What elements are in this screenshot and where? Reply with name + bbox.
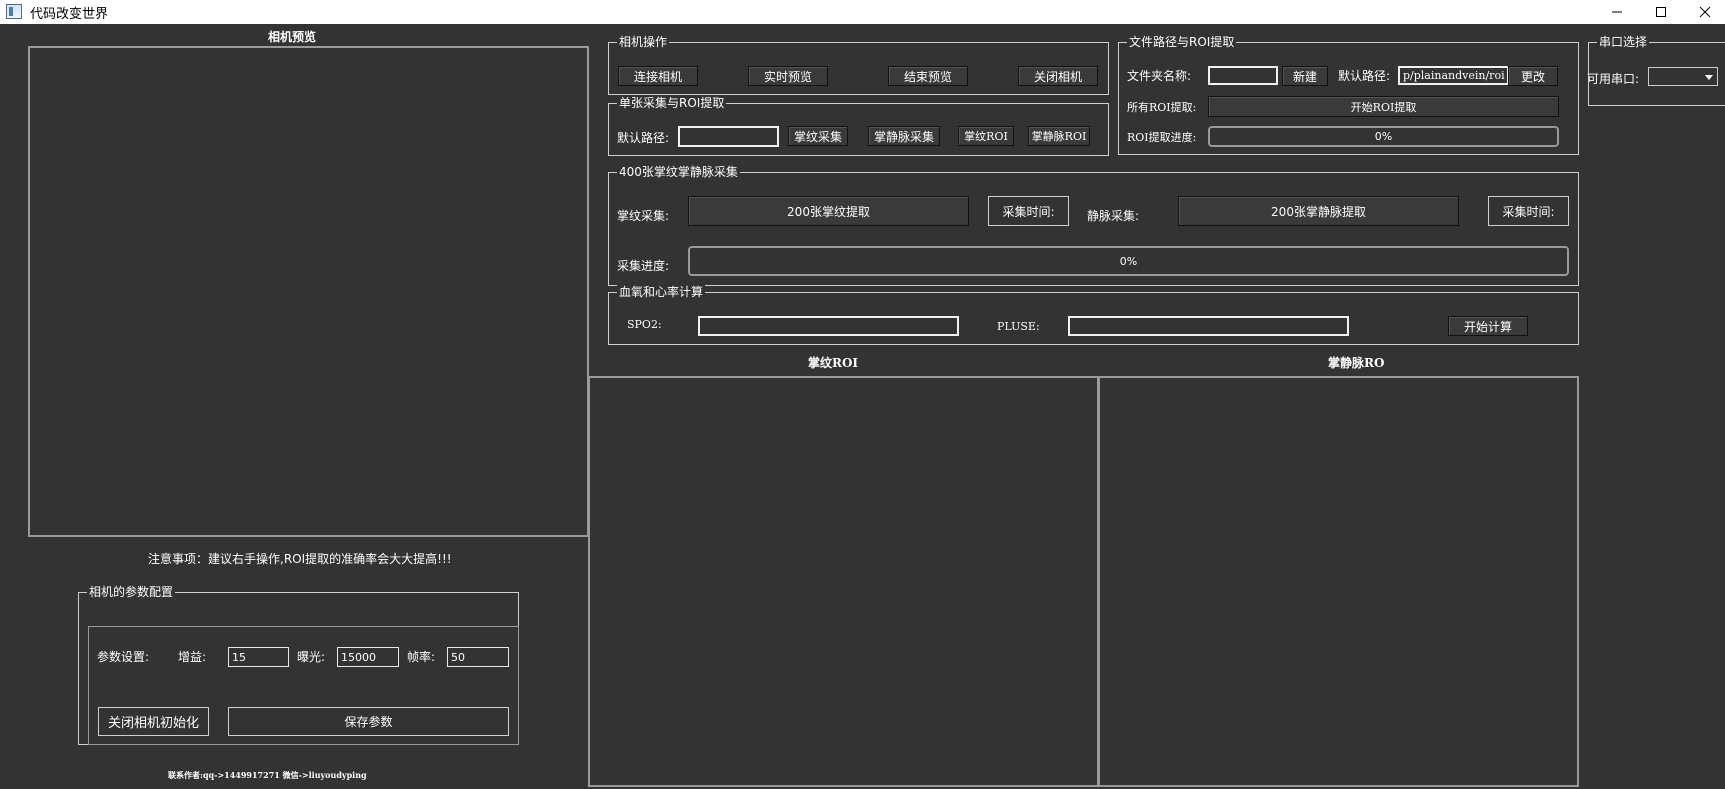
params-label: 参数设置: bbox=[97, 650, 150, 664]
exposure-input[interactable]: 15000 bbox=[337, 647, 399, 667]
minimize-button[interactable] bbox=[1599, 0, 1635, 24]
pulse-input[interactable] bbox=[1068, 316, 1349, 336]
default-path-input[interactable]: p/plainandvein/roi bbox=[1398, 66, 1509, 85]
close-window-button[interactable] bbox=[1687, 0, 1723, 24]
capture-time-1: 采集时间: bbox=[988, 196, 1069, 226]
change-path-button[interactable]: 更改 bbox=[1508, 66, 1558, 86]
maximize-icon bbox=[1656, 7, 1666, 17]
vein-batch-label: 静脉采集: bbox=[1087, 209, 1140, 223]
framerate-input[interactable]: 50 bbox=[447, 647, 509, 667]
chevron-down-icon bbox=[1705, 75, 1713, 80]
app-icon bbox=[6, 4, 22, 19]
window-title: 代码改变世界 bbox=[30, 7, 109, 22]
title-bar: 代码改变世界 bbox=[0, 0, 1725, 24]
contact-text: 联系作者:qq->1449917271 微信->liuyoudyping bbox=[168, 770, 367, 780]
start-calc-button[interactable]: 开始计算 bbox=[1448, 316, 1528, 336]
default-path-label: 默认路径: bbox=[1338, 69, 1391, 83]
save-params-button[interactable]: 保存参数 bbox=[228, 707, 509, 736]
palmvein-capture-button[interactable]: 掌静脉采集 bbox=[868, 126, 940, 146]
spo2-label: SPO2: bbox=[627, 318, 662, 331]
connect-camera-button[interactable]: 连接相机 bbox=[618, 66, 698, 86]
batch-progress-text: 0% bbox=[1119, 254, 1138, 268]
batch-progress-label: 采集进度: bbox=[617, 259, 670, 273]
close-camera-button[interactable]: 关闭相机 bbox=[1018, 66, 1098, 86]
live-preview-button[interactable]: 实时预览 bbox=[748, 66, 828, 86]
single-path-input[interactable] bbox=[678, 126, 779, 147]
start-roi-button[interactable]: 开始ROI提取 bbox=[1208, 96, 1559, 117]
palmprint-batch-button[interactable]: 200张掌纹提取 bbox=[688, 196, 969, 226]
palmvein-roi-panel bbox=[1098, 376, 1579, 787]
single-capture-title: 单张采集与ROI提取 bbox=[617, 95, 727, 111]
spo2-title: 血氧和心率计算 bbox=[617, 284, 706, 300]
close-init-button[interactable]: 关闭相机初始化 bbox=[98, 707, 209, 736]
new-folder-button[interactable]: 新建 bbox=[1282, 66, 1328, 86]
notice-text: 注意事项：建议右手操作,ROI提取的准确率会大大提高!!! bbox=[148, 552, 452, 566]
gain-input[interactable]: 15 bbox=[228, 647, 289, 667]
batch-progress-bar: 0% bbox=[688, 246, 1569, 276]
gain-label: 增益: bbox=[178, 650, 207, 664]
exposure-label: 曝光: bbox=[297, 650, 326, 664]
palmprint-roi-panel bbox=[588, 376, 1099, 787]
capture-time-2: 采集时间: bbox=[1488, 196, 1569, 226]
spo2-input[interactable] bbox=[698, 316, 959, 336]
pulse-label: PLUSE: bbox=[997, 320, 1040, 333]
framerate-label: 帧率: bbox=[407, 650, 436, 664]
serial-title: 串口选择 bbox=[1597, 34, 1650, 50]
palmprint-capture-button[interactable]: 掌纹采集 bbox=[788, 126, 848, 146]
folder-name-label: 文件夹名称: bbox=[1127, 69, 1192, 83]
file-roi-title: 文件路径与ROI提取 bbox=[1127, 34, 1237, 50]
vein-batch-button[interactable]: 200张掌静脉提取 bbox=[1178, 196, 1459, 226]
end-preview-button[interactable]: 结束预览 bbox=[888, 66, 968, 86]
available-port-label: 可用串口: bbox=[1587, 72, 1640, 86]
folder-name-input[interactable] bbox=[1208, 66, 1278, 85]
single-path-label: 默认路径: bbox=[617, 131, 670, 145]
palmvein-roi-title: 掌静脉ROI bbox=[1328, 356, 1384, 370]
camera-params-title: 相机的参数配置 bbox=[87, 584, 176, 600]
camera-preview-title: 相机预览 bbox=[268, 30, 317, 44]
camera-preview-panel bbox=[28, 46, 589, 537]
camera-ops-title: 相机操作 bbox=[617, 34, 670, 50]
palmvein-roi-button[interactable]: 掌静脉ROI bbox=[1028, 126, 1090, 146]
roi-progress-bar: 0% bbox=[1208, 126, 1559, 147]
palmprint-roi-title: 掌纹ROI bbox=[808, 356, 859, 370]
roi-progress-label: ROI提取进度: bbox=[1127, 131, 1197, 144]
close-icon bbox=[1699, 6, 1711, 18]
maximize-button[interactable] bbox=[1643, 0, 1679, 24]
all-roi-label: 所有ROI提取: bbox=[1127, 101, 1197, 114]
batch-capture-title: 400张掌纹掌静脉采集 bbox=[617, 164, 740, 180]
palmprint-roi-button[interactable]: 掌纹ROI bbox=[958, 126, 1014, 146]
palmprint-batch-label: 掌纹采集: bbox=[617, 209, 670, 223]
minimize-icon bbox=[1612, 11, 1622, 13]
roi-progress-text: 0% bbox=[1374, 130, 1393, 143]
serial-port-select[interactable] bbox=[1648, 67, 1718, 86]
